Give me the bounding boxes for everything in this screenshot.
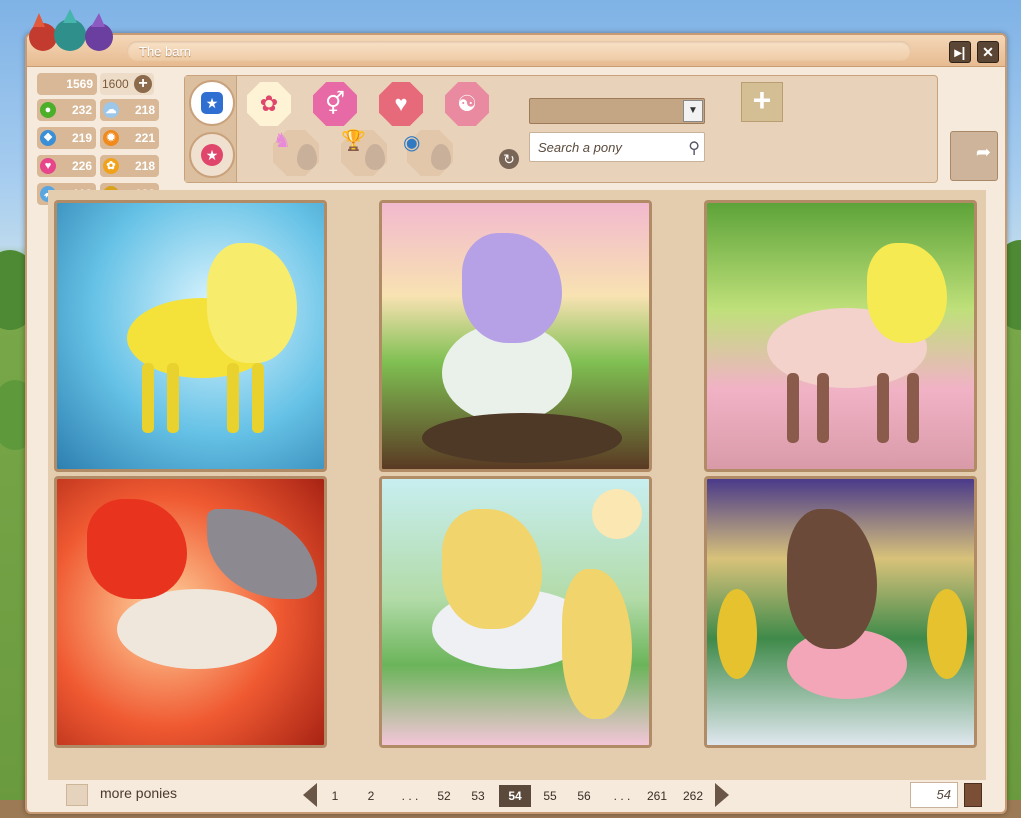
- chevron-down-icon[interactable]: ▼: [683, 100, 703, 122]
- go-to-page-button[interactable]: [964, 783, 982, 807]
- page-link[interactable]: 2: [363, 785, 379, 807]
- collapse-button[interactable]: ▸|: [949, 41, 971, 63]
- pawprint-icon: ❖: [40, 130, 56, 146]
- pony-portrait: [707, 479, 974, 745]
- heart-icon: ♥: [40, 158, 56, 174]
- filter-all-button[interactable]: ✿: [247, 82, 291, 126]
- drop-icon: [297, 144, 317, 170]
- title-pill: The barn: [127, 41, 911, 61]
- plus-icon: +: [752, 82, 772, 118]
- search-icon[interactable]: ⚲: [688, 138, 700, 158]
- pony-card[interactable]: [704, 200, 977, 472]
- pony-card[interactable]: [54, 200, 327, 472]
- page-ellipsis: . . .: [613, 789, 631, 803]
- drop-icon: [365, 144, 385, 170]
- drop-icon: [431, 144, 451, 170]
- resource-paw: ✿ 218: [100, 155, 159, 177]
- move-arrow-icon: ➦: [975, 142, 991, 162]
- search-input[interactable]: [538, 140, 678, 155]
- page-link[interactable]: 56: [573, 785, 595, 807]
- page-link[interactable]: 1: [327, 785, 343, 807]
- unicorn-icon: ♞: [273, 130, 291, 152]
- resource-flame: ✹ 221: [100, 127, 159, 149]
- pony-card[interactable]: [704, 476, 977, 748]
- pony-portrait: [707, 203, 974, 469]
- trophy-icon: 🏆: [341, 130, 366, 152]
- page-link[interactable]: 52: [433, 785, 455, 807]
- cloud-icon: ☁: [103, 102, 119, 118]
- folder-star-icon: ★: [201, 92, 223, 114]
- page-ellipsis: . . .: [401, 789, 419, 803]
- category-select[interactable]: ▼: [529, 98, 705, 124]
- resource-cloud: ☁ 218: [100, 99, 159, 121]
- filter-love-button[interactable]: ♥: [379, 82, 423, 126]
- pony-grid: [48, 190, 986, 780]
- next-page-button[interactable]: [715, 783, 729, 807]
- pony-portrait: [57, 479, 324, 745]
- apple-icon: ●: [40, 102, 56, 118]
- energy-value: 1569: [37, 73, 97, 95]
- pony-card[interactable]: [379, 200, 652, 472]
- tab-folders[interactable]: ★: [189, 80, 235, 126]
- pony-portrait: [382, 479, 649, 745]
- pony-card[interactable]: [54, 476, 327, 748]
- more-ponies-label: more ponies: [100, 785, 178, 801]
- resource-pawprint: ❖ 219: [37, 127, 96, 149]
- energy-max: 1600 +: [100, 73, 154, 95]
- refresh-button[interactable]: ↻: [499, 149, 519, 169]
- paw-icon: ✿: [103, 158, 119, 174]
- page-link[interactable]: 262: [679, 785, 707, 807]
- filter-gender-button[interactable]: ⚥: [313, 82, 357, 126]
- page-link[interactable]: 55: [539, 785, 561, 807]
- collapse-icon: ▸|: [954, 44, 966, 60]
- filter-toolbar: ★ ★ ✿ ⚥ ♥ ☯ ♞ 🏆 ◉ ↻ ▼ ⚲ +: [184, 75, 938, 183]
- resource-apple: ● 232: [37, 99, 96, 121]
- resource-heart: ♥ 226: [37, 155, 96, 177]
- game-logo: [29, 9, 113, 51]
- add-folder-button[interactable]: +: [741, 82, 783, 122]
- pagination-bar: more ponies 1 2 . . . 52 53 54 55 56 . .…: [48, 780, 986, 812]
- barn-window: The barn ▸| ✕ 1569 1600 + ● 232 ☁ 218 ❖ …: [25, 9, 1007, 814]
- eye-icon: ◉: [403, 132, 421, 154]
- side-tabs: ★ ★: [185, 76, 237, 182]
- page-link[interactable]: 261: [643, 785, 671, 807]
- search-field[interactable]: ⚲: [529, 132, 705, 162]
- pony-portrait: [57, 203, 324, 469]
- star-badge-icon: ★: [201, 144, 223, 166]
- add-energy-button[interactable]: +: [134, 75, 152, 93]
- close-icon: ✕: [982, 44, 994, 60]
- more-ponies-checkbox[interactable]: [66, 784, 88, 806]
- window-title: The barn: [139, 44, 192, 59]
- close-button[interactable]: ✕: [977, 41, 999, 63]
- prev-page-button[interactable]: [303, 783, 317, 807]
- move-pony-button[interactable]: ➦: [950, 131, 998, 181]
- title-bar[interactable]: The barn ▸| ✕: [27, 35, 1005, 67]
- page-number-input[interactable]: 54: [910, 782, 958, 808]
- pony-card[interactable]: [379, 476, 652, 748]
- pony-portrait: [382, 203, 649, 469]
- tab-favorites[interactable]: ★: [189, 132, 235, 178]
- flame-icon: ✹: [103, 130, 119, 146]
- refresh-icon: ↻: [503, 151, 515, 167]
- filter-couple-button[interactable]: ☯: [445, 82, 489, 126]
- page-link[interactable]: 53: [467, 785, 489, 807]
- page-current[interactable]: 54: [499, 785, 531, 807]
